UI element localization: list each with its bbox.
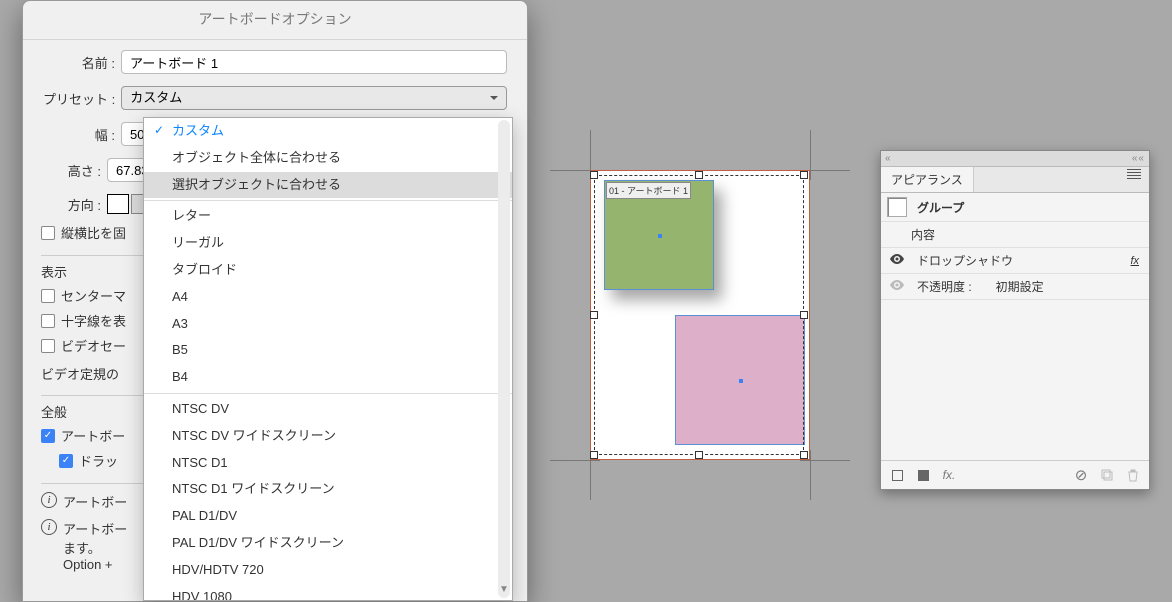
opacity-label[interactable]: 不透明度 : [917,278,972,295]
fade-artboard-checkbox[interactable]: ✓ [41,429,55,443]
collapse-icon[interactable]: «« [1132,153,1145,164]
preset-option[interactable]: A3 [144,311,512,338]
info-icon: i [41,519,57,535]
collapse-icon[interactable]: « [885,153,892,164]
thumbnail-swatch[interactable] [887,197,907,217]
preset-option[interactable]: PAL D1/DV ワイドスクリーン [144,530,512,557]
visibility-eye-icon[interactable] [887,279,907,294]
selection-handle[interactable] [800,451,808,459]
preset-select-value: カスタム [130,90,182,105]
add-effect-icon[interactable]: fx. [941,467,957,483]
add-fill-icon[interactable] [915,467,931,483]
scroll-thumb[interactable] [498,120,510,598]
preset-option[interactable]: 選択オブジェクトに合わせる [144,172,512,199]
center-mark-label: センターマ [61,286,126,305]
selection-handle[interactable] [590,311,598,319]
orientation-label: 方向 : [43,195,101,214]
preset-option[interactable]: レター [144,203,512,230]
artboard-name-tag[interactable]: 01 - アートボード 1 [606,182,691,199]
preset-option[interactable]: NTSC D1 [144,450,512,477]
opacity-value[interactable]: 初期設定 [982,278,1044,295]
info-option-text-1: アートボー [63,519,127,538]
center-mark-checkbox[interactable] [41,289,55,303]
preset-select[interactable]: カスタム [121,86,507,110]
panel-menu-button[interactable] [1119,167,1149,192]
preset-option[interactable]: B4 [144,364,512,391]
aspect-lock-checkbox[interactable] [41,226,55,240]
clear-appearance-icon[interactable]: ⊘ [1073,467,1089,483]
selection-handle[interactable] [695,451,703,459]
preset-dropdown[interactable]: カスタムオブジェクト全体に合わせる選択オブジェクトに合わせるレターリーガルタブロ… [143,117,513,601]
width-label: 幅 : [43,125,115,144]
preset-option[interactable]: オブジェクト全体に合わせる [144,145,512,172]
canvas-area[interactable]: 01 - アートボード 1 [550,130,850,490]
preset-option[interactable]: HDV/HDTV 720 [144,557,512,584]
video-safe-label: ビデオセー [61,336,126,355]
dropdown-scrollbar[interactable]: ▲ ▼ [498,120,510,598]
preset-option[interactable]: NTSC D1 ワイドスクリーン [144,476,512,503]
selection-handle[interactable] [590,451,598,459]
preset-option[interactable]: リーガル [144,230,512,257]
info-artboard-text: アートボー [63,492,127,511]
update-drag-label: ドラッ [79,451,118,470]
info-option-text-2: ます。 [63,538,127,557]
hamburger-icon [1127,167,1141,181]
info-icon: i [41,492,57,508]
selection-marquee[interactable] [594,175,804,455]
fx-link[interactable]: fx [1130,255,1143,267]
appearance-panel: « «« アピアランス グループ 内容 ドロップシャドウ fx 不透明度 : [880,150,1150,490]
aspect-lock-label: 縦横比を固 [61,223,126,242]
selection-handle[interactable] [800,311,808,319]
video-safe-checkbox[interactable] [41,339,55,353]
add-stroke-icon[interactable] [889,467,905,483]
preset-option[interactable]: HDV 1080 [144,584,512,601]
cross-hairs-checkbox[interactable] [41,314,55,328]
artboard-options-dialog: アートボードオプション 名前 : プリセット : カスタム 幅 : 高さ : 方… [22,0,528,602]
visibility-eye-icon[interactable] [887,253,907,268]
preset-option[interactable]: カスタム [144,118,512,145]
preset-option[interactable]: NTSC DV ワイドスクリーン [144,423,512,450]
selection-handle[interactable] [590,171,598,179]
selection-handle[interactable] [695,171,703,179]
preset-option[interactable]: NTSC DV [144,396,512,423]
dialog-title: アートボードオプション [23,1,527,40]
delete-icon[interactable] [1125,467,1141,483]
effect-dropshadow[interactable]: ドロップシャドウ [917,252,1013,269]
preset-label: プリセット : [43,89,115,108]
scroll-down-arrow[interactable]: ▼ [498,584,510,598]
orientation-portrait-button[interactable] [107,194,129,214]
panel-grip-bar[interactable]: « «« [881,151,1149,167]
duplicate-icon[interactable] [1099,467,1115,483]
preset-option[interactable]: B5 [144,337,512,364]
cross-hairs-label: 十字線を表 [61,311,126,330]
preset-option[interactable]: A4 [144,284,512,311]
name-label: 名前 : [43,53,115,72]
name-input[interactable] [121,50,507,74]
preset-option[interactable]: タブロイド [144,257,512,284]
contents-row[interactable]: 内容 [911,226,935,243]
selection-handle[interactable] [800,171,808,179]
fade-artboard-label: アートボー [61,426,125,445]
info-option-text-3: Option + [63,557,127,572]
update-drag-checkbox[interactable]: ✓ [59,454,73,468]
preset-option[interactable]: PAL D1/DV [144,503,512,530]
target-name: グループ [917,199,964,216]
height-label: 高さ : [43,161,101,180]
tab-appearance[interactable]: アピアランス [881,167,974,192]
